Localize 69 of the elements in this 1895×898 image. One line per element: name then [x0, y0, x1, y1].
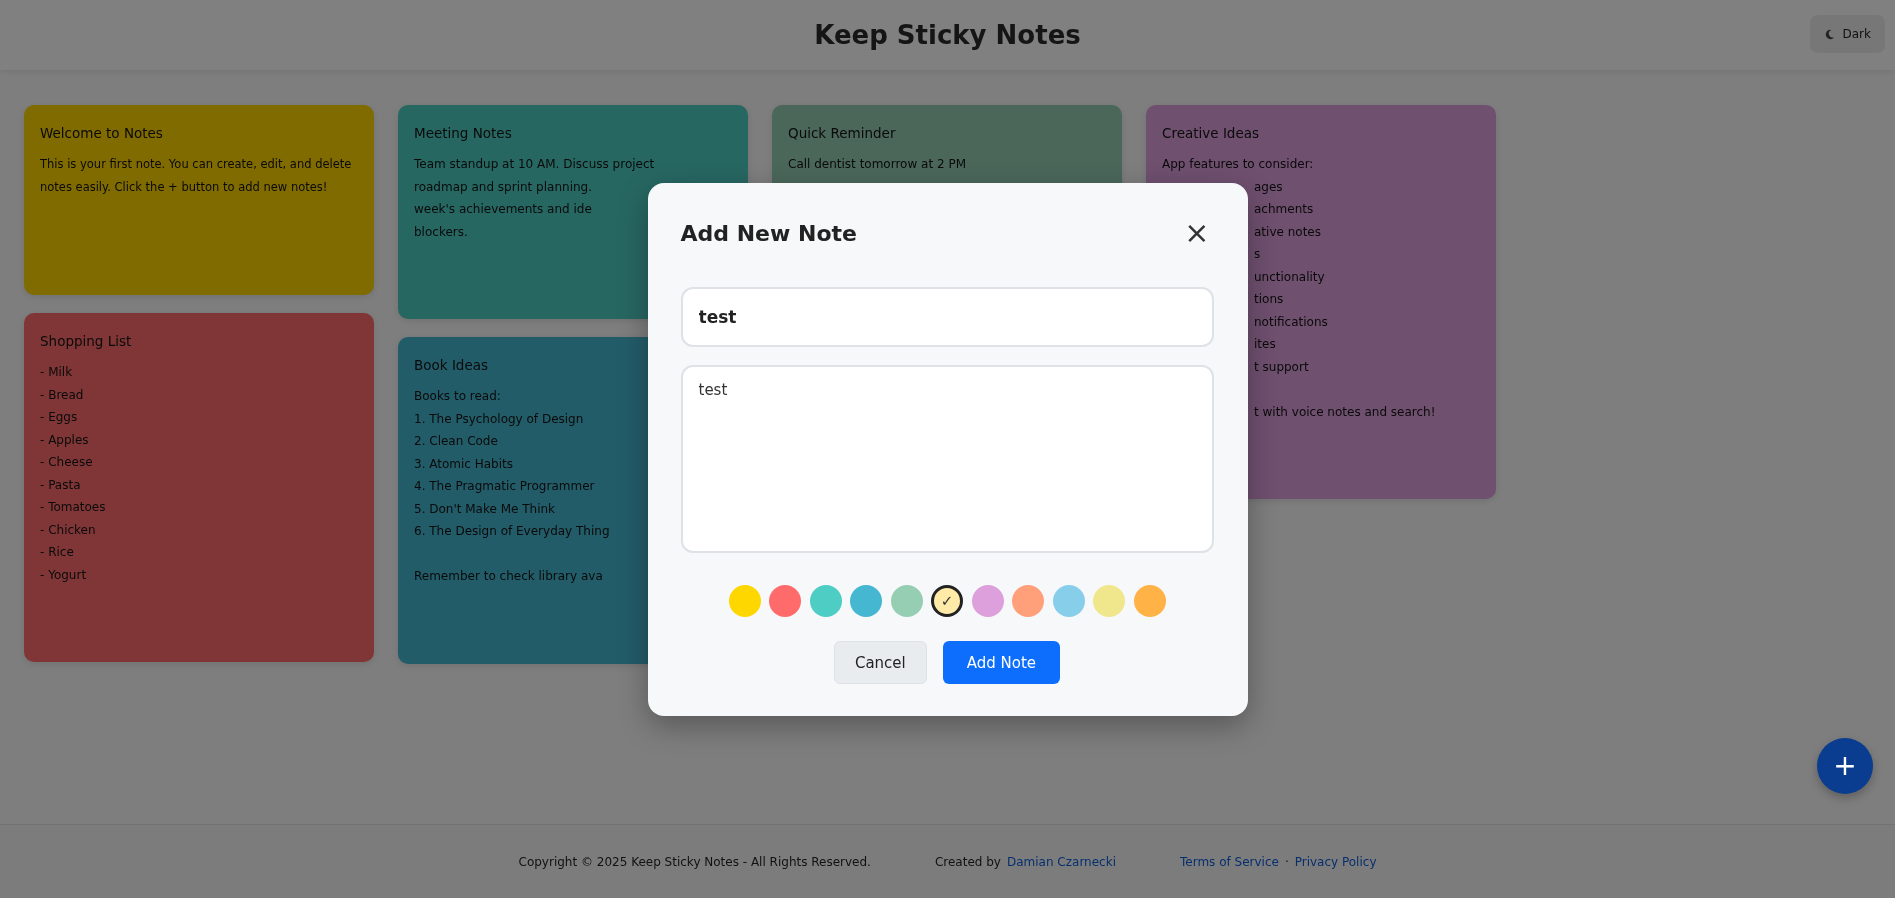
note-line: ative notes — [1254, 223, 1321, 241]
note-card[interactable]: Shopping List - Milk - Bread - Eggs - Apples - Cheese - Pasta - Tomatoes - Chicken - Rice - Yogurt — [24, 313, 374, 662]
note-line: week's achievements and ide — [414, 201, 592, 218]
moon-icon — [1823, 28, 1835, 40]
note-line: - Milk — [40, 364, 73, 381]
note-line: 6. The Design of Everyday Thing — [414, 523, 610, 540]
note-line: tions — [1254, 291, 1284, 308]
note-line: t with voice notes and search! — [1254, 403, 1436, 421]
color-swatch[interactable] — [769, 585, 801, 617]
note-line: Books to read: — [414, 388, 501, 405]
note-line: - Bread — [40, 386, 84, 404]
note-line: - Pasta — [40, 476, 81, 494]
color-swatch[interactable] — [1093, 585, 1125, 617]
color-swatch[interactable] — [1012, 585, 1044, 617]
note-line: Team standup at 10 AM. Discuss project — [414, 156, 655, 173]
note-title: Creative Ideas — [1162, 124, 1260, 143]
note-line: - Chicken — [40, 521, 96, 539]
note-line: 5. Don't Make Me Think — [414, 500, 556, 518]
theme-toggle-button[interactable]: Dark — [1809, 15, 1885, 53]
app-title: Keep Sticky Notes — [814, 20, 1081, 50]
copyright-text: Copyright © 2025 Keep Sticky Notes - All Rights Reserved. — [518, 854, 871, 869]
note-line: s — [1254, 246, 1261, 263]
note-line: - Rice — [40, 544, 74, 561]
note-title: Welcome to Notes — [40, 124, 163, 143]
add-note-button[interactable]: + — [1817, 738, 1873, 794]
note-line: Call dentist tomorrow at 2 PM — [788, 156, 966, 173]
note-line: 4. The Pragmatic Programmer — [414, 478, 595, 495]
note-line: ites — [1254, 336, 1276, 353]
note-line: - Eggs — [40, 409, 78, 426]
note-line: ages — [1254, 178, 1283, 196]
color-swatch[interactable] — [890, 585, 923, 617]
footer-link[interactable]: Privacy Policy — [1294, 854, 1377, 869]
note-line: App features to consider: — [1162, 156, 1314, 173]
note-line: Remember to check library ava — [414, 568, 603, 585]
note-line: notifications — [1254, 313, 1328, 331]
color-swatch[interactable] — [809, 585, 842, 617]
color-swatch[interactable] — [850, 585, 882, 617]
cancel-button[interactable]: Cancel — [833, 641, 927, 684]
content-input-field[interactable]: test — [680, 365, 1214, 553]
note-title: Shopping List — [40, 332, 132, 351]
note-line: - Yogurt — [40, 566, 87, 584]
author-link[interactable]: Damian Czarnecki — [1006, 854, 1116, 869]
footer-link[interactable]: Terms of Service — [1180, 854, 1279, 869]
note-card[interactable]: Welcome to Notes This is your first note. You can create, edit, and delete notes easily. Click the + button to add new notes! — [24, 105, 374, 295]
note-line: - Cheese — [40, 454, 93, 471]
note-line: t support — [1254, 358, 1309, 376]
separator-text: · — [1284, 854, 1289, 869]
note-line: - Tomatoes — [40, 499, 106, 516]
note-line: achments — [1254, 201, 1314, 218]
note-line: 2. Clean Code — [414, 433, 498, 450]
close-button[interactable]: × — [1180, 218, 1214, 248]
color-swatch[interactable] — [1052, 585, 1085, 617]
note-line: unctionality — [1254, 268, 1325, 286]
note-title: Book Ideas — [414, 356, 489, 375]
color-swatch[interactable] — [1133, 585, 1166, 617]
color-swatch[interactable]: ✓ — [931, 585, 963, 617]
note-title: Meeting Notes — [414, 124, 512, 143]
note-line: roadmap and sprint planning. — [414, 178, 592, 196]
note-line: - Apples — [40, 431, 89, 449]
note-text: This is your first note. You can create, edit, and delete notes easily. Click the + button to add new notes! — [40, 156, 353, 196]
note-line: 3. Atomic Habits — [414, 455, 514, 473]
note-line: blockers. — [414, 223, 468, 241]
color-swatch[interactable] — [971, 585, 1004, 617]
title-input-field[interactable]: test — [680, 287, 1214, 347]
note-line: 1. The Psychology of Design — [414, 410, 584, 428]
add-note-submit-button[interactable]: Add Note — [942, 641, 1061, 684]
color-swatch[interactable] — [728, 585, 761, 617]
note-title: Quick Reminder — [788, 124, 896, 143]
credit-text: Created by — [934, 854, 1001, 869]
